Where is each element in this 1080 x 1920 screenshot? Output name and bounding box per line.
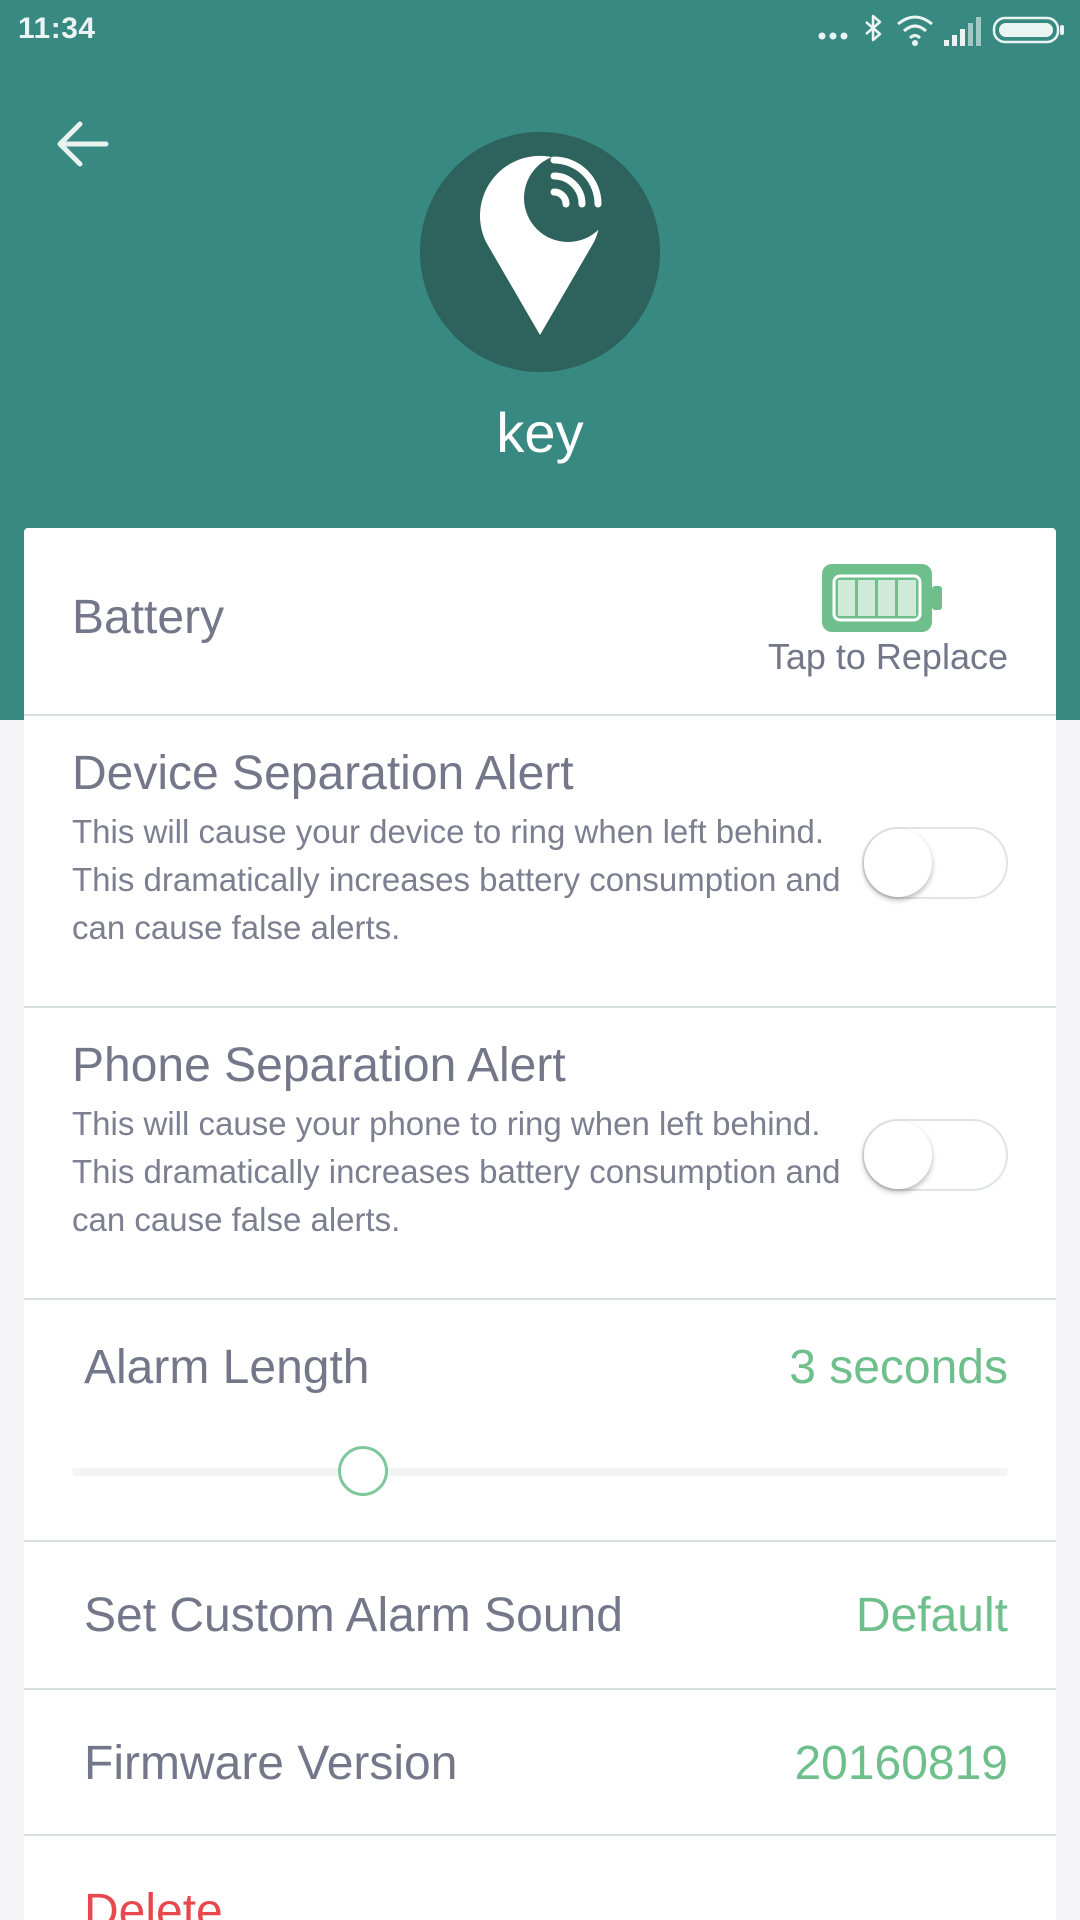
battery-status-icon [992,12,1066,48]
battery-level-icon [822,564,942,632]
back-arrow-icon [57,121,109,167]
firmware-label: Firmware Version [84,1737,458,1790]
delete-button[interactable]: Delete [84,1884,223,1920]
back-button[interactable] [48,110,120,182]
slider-thumb[interactable] [338,1446,389,1496]
wifi-icon [894,12,936,48]
custom-alarm-sound-row[interactable]: Set Custom Alarm Sound Default [24,1542,1056,1690]
bluetooth-icon [860,12,888,48]
location-pin-signal-icon [480,154,612,335]
device-separation-row: Device Separation Alert This will cause … [24,716,1056,1008]
alarm-length-value: 3 seconds [789,1341,1008,1394]
device-settings-screen: 11:34 key Battery Tap to Replace Device … [0,0,1080,1920]
settings-card: Battery Tap to Replace Device Separation… [24,528,1056,1920]
status-time: 11:34 [18,12,96,45]
signal-icon [942,12,982,48]
battery-row[interactable]: Battery Tap to Replace [24,528,1056,716]
device-avatar [420,132,660,372]
battery-segment [838,580,855,616]
battery-segment [878,580,895,616]
phone-separation-toggle[interactable] [862,1119,1008,1191]
status-bar: 11:34 [0,0,1080,60]
phone-separation-description: This will cause your phone to ring when … [72,1105,841,1238]
firmware-value: 20160819 [794,1737,1008,1790]
toggle-knob [864,1121,932,1189]
status-icons [816,12,1066,48]
device-separation-title: Device Separation Alert [72,747,574,800]
tap-to-replace-text: Tap to Replace [767,636,1008,677]
toggle-knob [864,829,932,897]
phone-separation-title: Phone Separation Alert [72,1039,566,1092]
alarm-length-slider[interactable] [72,1446,1008,1496]
device-separation-toggle[interactable] [862,827,1008,899]
phone-separation-row: Phone Separation Alert This will cause y… [24,1008,1056,1300]
alarm-length-label: Alarm Length [84,1341,370,1394]
device-separation-description: This will cause your device to ring when… [72,813,841,946]
alarm-length-row: Alarm Length 3 seconds [24,1300,1056,1542]
battery-segment [898,580,916,616]
battery-label: Battery [72,591,225,644]
firmware-row: Firmware Version 20160819 [24,1690,1056,1836]
more-dots-icon [816,12,856,48]
custom-alarm-sound-label: Set Custom Alarm Sound [84,1589,623,1642]
battery-segment [858,580,875,616]
custom-alarm-sound-value: Default [855,1589,1008,1642]
device-name: key [496,401,584,464]
